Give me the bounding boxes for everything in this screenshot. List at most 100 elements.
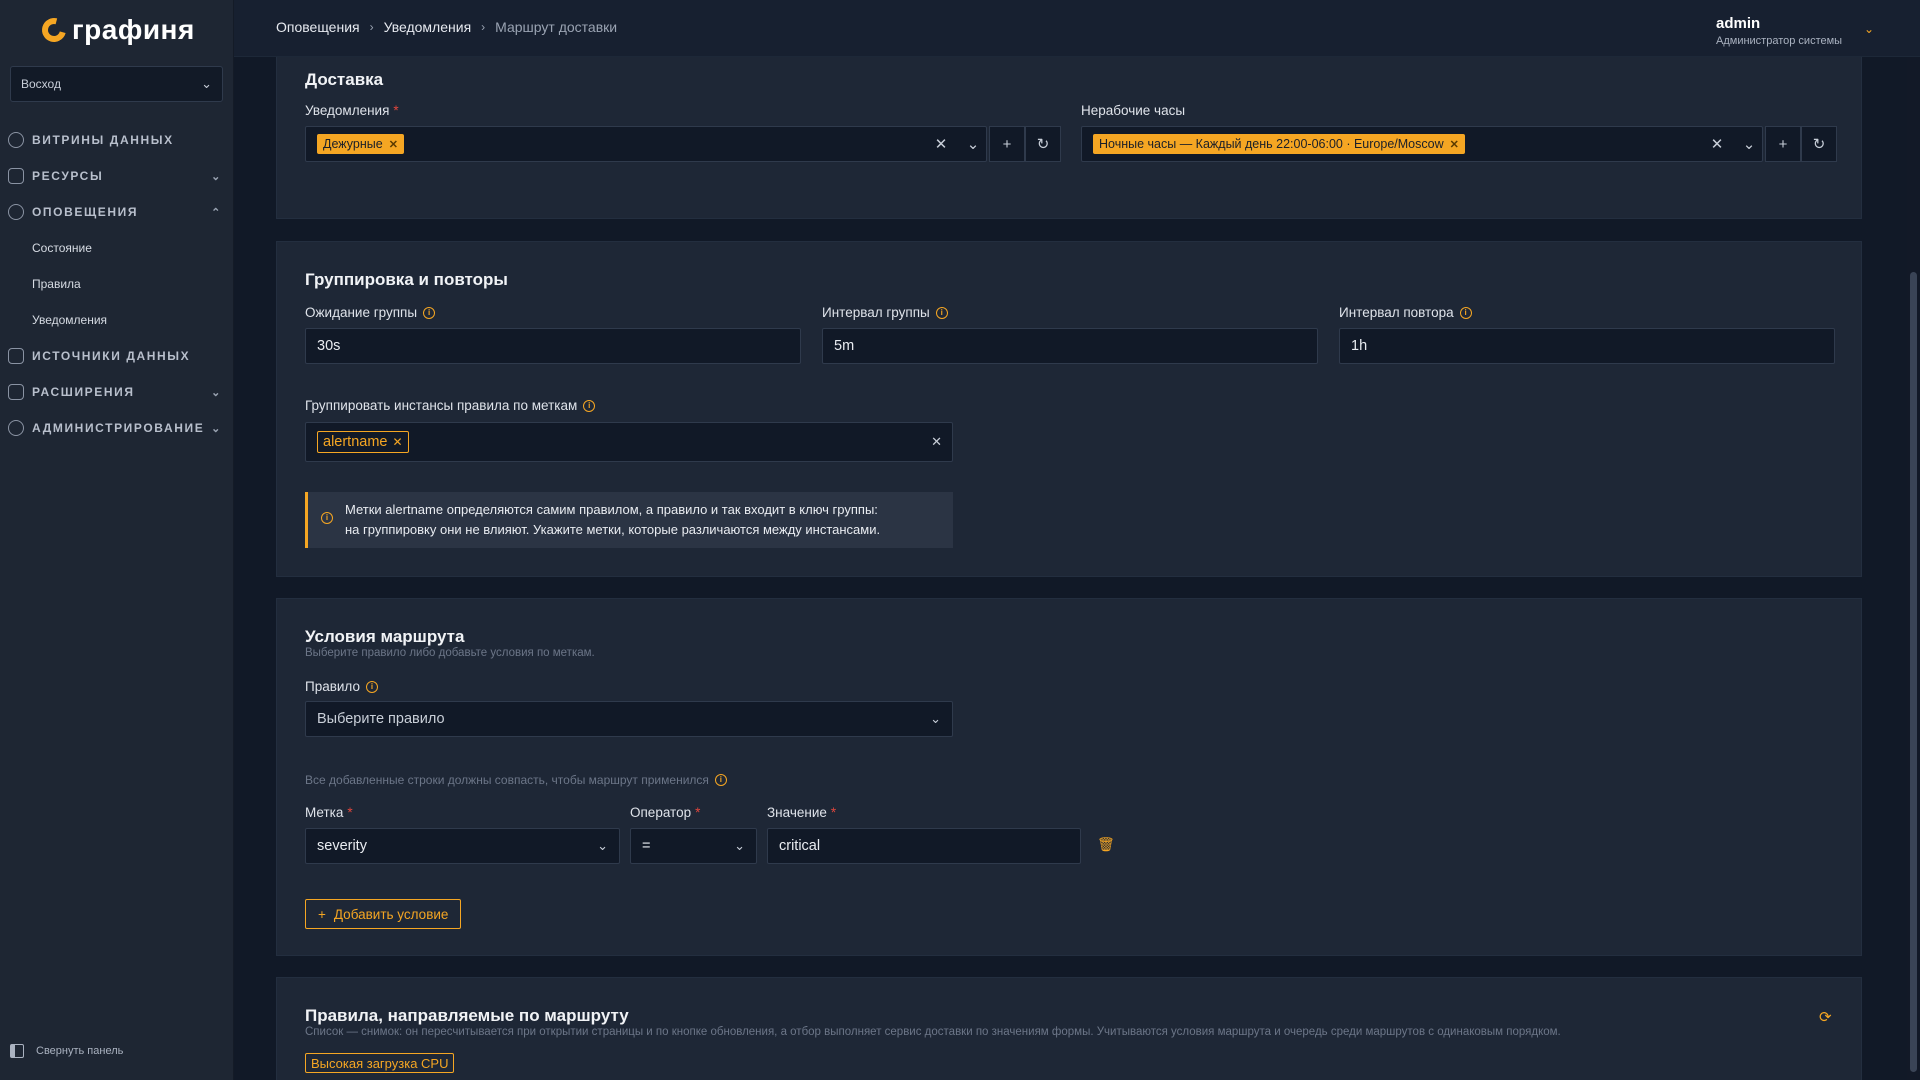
breadcrumb-notifications[interactable]: Уведомления: [384, 19, 472, 35]
rule-select[interactable]: Выберите правило ⌄: [305, 701, 953, 737]
group-wait-input[interactable]: 30s: [305, 328, 801, 364]
refresh-icon[interactable]: ↻: [1801, 126, 1837, 162]
value-column-text: Значение: [767, 805, 827, 820]
required-mark: *: [695, 805, 701, 820]
add-icon[interactable]: +: [1765, 126, 1801, 162]
operator-column-header: Оператор *: [630, 805, 700, 820]
offhours-tag: Ночные часы — Каждый день 22:00-06:00 · …: [1093, 134, 1465, 154]
gear-icon: [8, 420, 24, 436]
sidebar-item-label: Источники данных: [32, 349, 191, 363]
collapse-panel-button[interactable]: Свернуть панель: [10, 1044, 123, 1058]
offhours-label: Нерабочие часы: [1081, 103, 1186, 118]
sidebar-item-alerting[interactable]: Оповещения ⌃: [0, 194, 234, 230]
conditions-title: Условия маршрута: [305, 627, 465, 646]
required-mark: *: [347, 805, 353, 820]
tag-remove-icon[interactable]: ✕: [389, 138, 398, 151]
user-name: admin: [1716, 15, 1761, 32]
required-mark: *: [830, 805, 837, 820]
group-wait-label-text: Ожидание группы: [305, 305, 418, 320]
info-icon[interactable]: i: [365, 680, 378, 693]
top-header: Оповещения › Уведомления › Маршрут доста…: [234, 0, 1920, 57]
sidebar-item-dashboards[interactable]: Витрины данных: [0, 122, 234, 158]
chevron-up-icon: ⌃: [211, 206, 222, 219]
group-by-label-text: Группировать инстансы правила по меткам: [305, 398, 578, 413]
chevron-down-icon: ⌄: [597, 838, 608, 853]
org-select[interactable]: Восход ⌄: [10, 66, 223, 102]
sidebar-item-admin[interactable]: Администрирование ⌄: [0, 410, 234, 446]
sidebar-item-label: Администрирование: [32, 421, 205, 435]
page-scrollbar[interactable]: [1907, 57, 1920, 1080]
offhours-select[interactable]: Ночные часы — Каждый день 22:00-06:00 · …: [1081, 126, 1763, 162]
info-icon[interactable]: i: [423, 306, 436, 319]
breadcrumb-alerting[interactable]: Оповещения: [276, 19, 360, 35]
required-mark: *: [393, 103, 399, 118]
breadcrumb-current: Маршрут доставки: [495, 19, 618, 35]
chevron-down-icon[interactable]: ⌄: [1733, 126, 1765, 162]
dashboard-icon: [8, 132, 24, 148]
clear-icon[interactable]: ✕: [925, 126, 957, 162]
chevron-right-icon: ›: [481, 20, 486, 34]
info-icon[interactable]: i: [935, 306, 948, 319]
sidebar-subitem-state[interactable]: Состояние: [0, 230, 234, 266]
condition-label-select[interactable]: severity ⌄: [305, 828, 620, 864]
add-icon[interactable]: +: [989, 126, 1025, 162]
sidebar-subitem-rules[interactable]: Правила: [0, 266, 234, 302]
routed-rules-card: Правила, направляемые по маршруту Список…: [276, 977, 1862, 1080]
chevron-down-icon[interactable]: ⌄: [957, 126, 989, 162]
info-icon[interactable]: i: [583, 399, 596, 412]
group-interval-value: 5m: [834, 338, 855, 354]
panel-collapse-icon: [10, 1044, 24, 1058]
routed-subtitle: Список — снимок: он пересчитывается при …: [305, 1026, 1561, 1038]
group-by-select[interactable]: alertname ✕ ✕: [305, 422, 953, 462]
routed-rule-tag[interactable]: Высокая загрузка CPU: [305, 1053, 455, 1073]
collapse-panel-label: Свернуть панель: [36, 1045, 124, 1057]
notifications-controls: ✕ ⌄ + ↻: [925, 126, 1061, 162]
group-interval-label-text: Интервал группы: [822, 305, 930, 320]
sidebar-item-plugins[interactable]: Расширения ⌄: [0, 374, 234, 410]
grouping-title: Группировка и повторы: [305, 270, 508, 289]
delivery-title: Доставка: [305, 70, 384, 89]
notifications-select[interactable]: Дежурные ✕: [305, 126, 987, 162]
condition-operator-value: =: [642, 838, 651, 854]
plus-icon: +: [318, 906, 326, 922]
logo[interactable]: графиня: [37, 13, 195, 47]
clear-icon[interactable]: ✕: [1701, 126, 1733, 162]
sidebar-nav: Витрины данных Ресурсы ⌄ Оповещения ⌃ Со…: [0, 122, 234, 446]
condition-value: critical: [779, 838, 821, 854]
user-menu[interactable]: admin Администратор системы: [1716, 15, 1842, 47]
scrollbar-thumb[interactable]: [1910, 272, 1917, 1072]
info-icon[interactable]: i: [714, 774, 727, 786]
chevron-down-icon[interactable]: ⌄: [1864, 22, 1874, 36]
clear-icon[interactable]: ✕: [931, 434, 942, 450]
layers-icon: [8, 168, 24, 184]
add-condition-button[interactable]: + Добавить условие: [305, 899, 462, 929]
info-icon[interactable]: i: [1459, 306, 1472, 319]
user-role: Администратор системы: [1716, 35, 1843, 47]
add-condition-label: Добавить условие: [333, 906, 449, 922]
condition-operator-select[interactable]: = ⌄: [630, 828, 757, 864]
chevron-down-icon: ⌄: [734, 838, 745, 853]
chevron-down-icon: ⌄: [211, 386, 222, 399]
rule-select-placeholder: Выберите правило: [317, 711, 445, 727]
group-interval-input[interactable]: 5m: [822, 328, 1318, 364]
delivery-card: Доставка Уведомления * Дежурные ✕ ✕ ⌄ + ↻…: [276, 57, 1862, 219]
notifications-tag: Дежурные ✕: [317, 134, 404, 154]
repeat-interval-input[interactable]: 1h: [1339, 328, 1835, 364]
sidebar-item-datasources[interactable]: Источники данных: [0, 338, 234, 374]
breadcrumb: Оповещения › Уведомления › Маршрут доста…: [276, 19, 617, 35]
condition-value-input[interactable]: critical: [767, 828, 1081, 864]
refresh-icon[interactable]: ↻: [1025, 126, 1061, 162]
condition-label-value: severity: [317, 838, 367, 854]
sidebar-item-label: Оповещения: [32, 205, 139, 219]
label-column-header: Метка *: [305, 805, 353, 820]
tag-remove-icon[interactable]: ✕: [392, 435, 402, 449]
repeat-interval-label: Интервал повтора i: [1339, 305, 1472, 320]
grouping-card: Группировка и повторы Ожидание группы i 3…: [276, 241, 1862, 577]
tag-remove-icon[interactable]: ✕: [1450, 138, 1459, 151]
refresh-icon[interactable]: ⟳: [1819, 1008, 1832, 1026]
group-by-tag: alertname ✕: [317, 431, 409, 453]
sidebar-item-resources[interactable]: Ресурсы ⌄: [0, 158, 234, 194]
database-icon: [8, 348, 24, 364]
sidebar-subitem-notifications[interactable]: Уведомления: [0, 302, 234, 338]
delete-condition-icon[interactable]: 🗑: [1097, 836, 1115, 853]
